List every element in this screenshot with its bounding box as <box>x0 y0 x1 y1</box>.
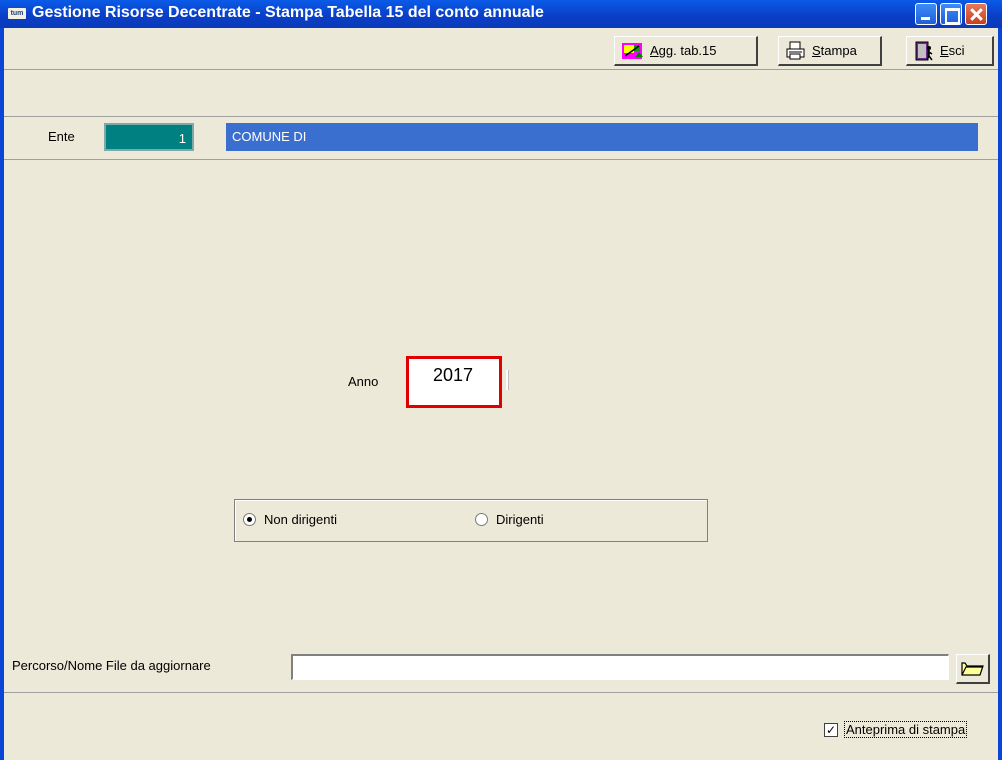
checkbox-checked-icon: ✓ <box>824 722 838 737</box>
path-label: Percorso/Nome File da aggiornare <box>12 658 211 673</box>
anno-label: Anno <box>348 374 379 389</box>
stampa-button[interactable]: Stampa <box>778 36 882 66</box>
main-window: tum Gestione Risorse Decentrate - Stampa… <box>0 0 1002 760</box>
anno-input-edge <box>506 370 509 390</box>
exit-door-icon <box>915 41 933 60</box>
radio-dirigenti[interactable]: Dirigenti <box>475 512 544 527</box>
title-bar[interactable]: tum Gestione Risorse Decentrate - Stampa… <box>0 0 1002 28</box>
path-input[interactable] <box>291 654 949 680</box>
close-window-button[interactable] <box>965 3 987 25</box>
app-icon: tum <box>8 8 26 19</box>
radio-non-dirigenti[interactable]: Non dirigenti <box>243 512 337 527</box>
role-radio-group: Non dirigenti Dirigenti <box>234 499 708 542</box>
ente-code-field[interactable]: 1 <box>104 123 194 151</box>
preview-checkbox[interactable]: ✓ Anteprima di stampa <box>824 721 968 738</box>
radio-unselected-icon <box>475 513 488 526</box>
browse-folder-button[interactable] <box>956 654 990 684</box>
radio-non-dirigenti-label: Non dirigenti <box>264 512 337 527</box>
minimize-button[interactable] <box>915 3 937 25</box>
radio-selected-icon <box>243 513 256 526</box>
ente-name-field: COMUNE DI <box>226 123 978 151</box>
esci-button[interactable]: Esci <box>906 36 994 66</box>
anno-input[interactable]: 2017 <box>406 356 502 408</box>
maximize-button[interactable] <box>940 3 962 25</box>
agg-tab15-label: Agg. tab.15 <box>650 43 717 58</box>
ente-label: Ente <box>48 129 75 144</box>
folder-open-icon <box>961 662 984 676</box>
window-title: Gestione Risorse Decentrate - Stampa Tab… <box>32 4 544 21</box>
agg-tab15-button[interactable]: Agg. tab.15 <box>614 36 758 66</box>
form-area: Anno 2017 Non dirigenti Dirigenti Percor… <box>4 160 998 692</box>
stampa-label: Stampa <box>812 43 857 58</box>
esci-label: Esci <box>940 43 965 58</box>
printer-icon <box>786 41 805 59</box>
status-bar: ✓ Anteprima di stampa <box>4 692 998 760</box>
radio-dirigenti-label: Dirigenti <box>496 512 544 527</box>
spreadsheet-icon <box>622 42 643 59</box>
preview-label: Anteprima di stampa <box>844 721 968 738</box>
toolbar: Agg. tab.15 Stampa Esci <box>4 28 998 70</box>
ente-panel: Ente 1 COMUNE DI <box>4 116 998 160</box>
